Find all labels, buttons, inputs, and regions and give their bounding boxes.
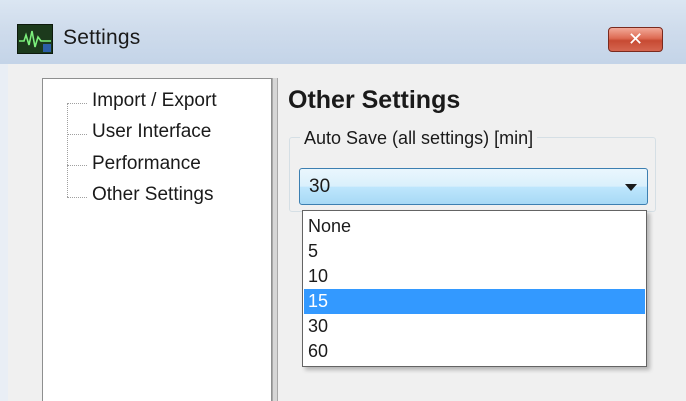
tree-item-user-interface[interactable]: User Interface [92, 121, 211, 143]
tree-item-import-export[interactable]: Import / Export [92, 90, 217, 112]
tree-connector [67, 165, 87, 166]
autosave-dropdown[interactable]: 30 [299, 168, 648, 205]
tree-item-other-settings[interactable]: Other Settings [92, 184, 213, 206]
autosave-selected-value: 30 [309, 176, 331, 197]
window-title: Settings [63, 26, 141, 49]
close-button[interactable]: ✕ [608, 27, 663, 52]
autosave-options-list: None 5 10 15 30 60 [302, 210, 647, 367]
tree-connector [67, 197, 87, 198]
option-60[interactable]: 60 [304, 339, 645, 364]
close-icon: ✕ [627, 29, 644, 50]
tree-connector [67, 134, 87, 135]
tree-connector [67, 103, 68, 197]
tree-item-performance[interactable]: Performance [92, 153, 201, 175]
page-title: Other Settings [288, 86, 461, 114]
option-15[interactable]: 15 [304, 289, 645, 314]
option-30[interactable]: 30 [304, 314, 645, 339]
settings-window: Settings ✕ Import / Export User Interfac… [0, 0, 686, 401]
option-5[interactable]: 5 [304, 239, 645, 264]
tree-connector [67, 103, 87, 104]
waveform-app-icon [17, 24, 53, 54]
title-bar: Settings ✕ [0, 0, 686, 64]
chevron-down-icon[interactable] [625, 184, 637, 191]
option-none[interactable]: None [304, 214, 645, 239]
autosave-group-label: Auto Save (all settings) [min] [300, 128, 538, 149]
option-10[interactable]: 10 [304, 264, 645, 289]
